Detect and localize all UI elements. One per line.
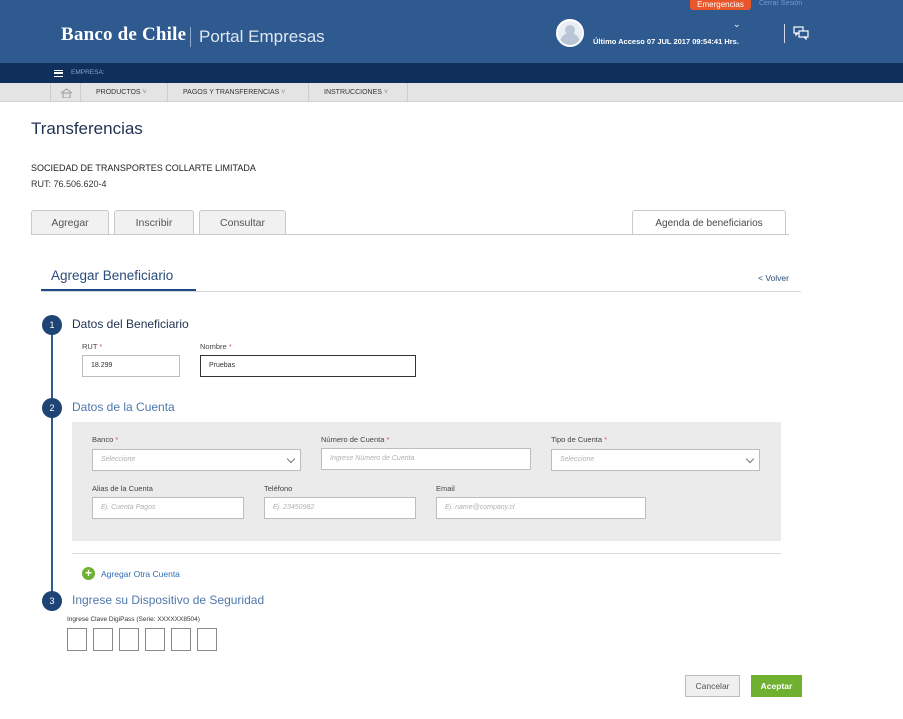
numero-cuenta-input[interactable]: Ingrese Número de Cuenta bbox=[321, 448, 531, 470]
last-access-text: Último Acceso 07 JUL 2017 09:54:41 Hrs. bbox=[593, 37, 739, 46]
step-1-badge: 1 bbox=[42, 315, 62, 335]
step-3-badge: 3 bbox=[42, 591, 62, 611]
label-text: Número de Cuenta bbox=[321, 435, 385, 444]
tab-inscribir[interactable]: Inscribir bbox=[114, 210, 194, 235]
numero-cuenta-label: Número de Cuenta * bbox=[321, 435, 389, 444]
nav-label: PAGOS Y TRANSFERENCIAS bbox=[183, 89, 280, 96]
digipass-digit-6[interactable] bbox=[197, 628, 217, 651]
banco-select[interactable]: Seleccione bbox=[92, 449, 301, 471]
back-link[interactable]: < Volver bbox=[758, 273, 789, 283]
nav-pagos-transferencias[interactable]: PAGOS Y TRANSFERENCIAS ˅ bbox=[167, 83, 308, 102]
nav-home[interactable] bbox=[50, 83, 79, 102]
add-circle-icon[interactable]: + bbox=[82, 567, 95, 580]
company-rut: RUT: 76.506.620-4 bbox=[31, 179, 107, 189]
home-icon bbox=[60, 88, 73, 98]
digipass-digit-4[interactable] bbox=[145, 628, 165, 651]
empresa-label: EMPRESA: bbox=[71, 69, 105, 76]
digipass-digit-1[interactable] bbox=[67, 628, 87, 651]
add-another-account-link[interactable]: Agregar Otra Cuenta bbox=[101, 569, 180, 579]
required-mark: * bbox=[115, 435, 119, 444]
logo-divider bbox=[190, 27, 191, 47]
rut-label: RUT * bbox=[82, 342, 102, 351]
nav-label: INSTRUCCIONES bbox=[324, 89, 382, 96]
tab-agenda-beneficiarios[interactable]: Agenda de beneficiarios bbox=[632, 210, 786, 235]
step-progress-line bbox=[51, 325, 53, 600]
tipo-cuenta-select[interactable]: Seleccione bbox=[551, 449, 760, 471]
banco-label: Banco * bbox=[92, 435, 118, 444]
chevron-down-icon[interactable]: ⌄ bbox=[733, 19, 741, 30]
accept-button[interactable]: Aceptar bbox=[751, 675, 802, 697]
banco-placeholder: Seleccione bbox=[101, 456, 136, 463]
label-text: RUT bbox=[82, 342, 98, 351]
account-divider bbox=[72, 553, 781, 554]
tab-agregar[interactable]: Agregar bbox=[31, 210, 109, 235]
step-1-title: Datos del Beneficiario bbox=[72, 317, 189, 331]
email-label: Email bbox=[436, 484, 455, 493]
header-divider bbox=[784, 24, 785, 43]
empresa-bar bbox=[0, 63, 903, 83]
tab-consultar[interactable]: Consultar bbox=[199, 210, 286, 235]
logout-link[interactable]: Cerrar Sesión bbox=[759, 0, 802, 8]
alias-label: Alias de la Cuenta bbox=[92, 484, 153, 493]
digipass-label: Ingrese Clave DigiPass (Serie: XXXXXX850… bbox=[67, 616, 200, 623]
step-2-title: Datos de la Cuenta bbox=[72, 400, 175, 414]
label-text: Banco bbox=[92, 435, 114, 444]
chevron-down-icon bbox=[745, 454, 755, 464]
user-avatar[interactable] bbox=[556, 19, 584, 47]
nombre-label: Nombre * bbox=[200, 342, 232, 351]
page-title: Transferencias bbox=[31, 119, 143, 138]
chevron-down-icon: ˅ bbox=[140, 89, 147, 96]
email-input[interactable]: Ej. name@company.cl bbox=[436, 497, 646, 519]
company-name: SOCIEDAD DE TRANSPORTES COLLARTE LIMITAD… bbox=[31, 163, 256, 173]
required-mark: * bbox=[604, 435, 608, 444]
account-form-panel bbox=[72, 422, 781, 541]
tipo-cuenta-label: Tipo de Cuenta * bbox=[551, 435, 607, 444]
nav-label: PRODUCTOS bbox=[96, 89, 141, 96]
bank-logo[interactable]: Banco de Chile bbox=[61, 24, 186, 46]
section-title: Agregar Beneficiario bbox=[51, 268, 174, 283]
cancel-button[interactable]: Cancelar bbox=[685, 675, 740, 697]
chevron-down-icon: ˅ bbox=[279, 89, 286, 96]
portal-name: Portal Empresas bbox=[199, 27, 325, 46]
label-text: Tipo de Cuenta bbox=[551, 435, 603, 444]
required-mark: * bbox=[99, 342, 103, 351]
emergency-button[interactable]: Emergencias bbox=[690, 0, 751, 10]
section-divider bbox=[41, 291, 801, 292]
nav-productos[interactable]: PRODUCTOS ˅ bbox=[80, 83, 167, 102]
nav-instrucciones[interactable]: INSTRUCCIONES ˅ bbox=[308, 83, 408, 102]
telefono-label: Teléfono bbox=[264, 484, 293, 493]
telefono-input[interactable]: Ej. 23450982 bbox=[264, 497, 416, 519]
step-3-title: Ingrese su Dispositivo de Seguridad bbox=[72, 593, 265, 607]
tipo-cuenta-placeholder: Seleccione bbox=[560, 456, 595, 463]
digipass-digit-3[interactable] bbox=[119, 628, 139, 651]
chevron-down-icon: ˅ bbox=[381, 89, 388, 96]
nombre-input[interactable]: Pruebas bbox=[200, 355, 416, 377]
required-mark: * bbox=[386, 435, 390, 444]
label-text: Nombre bbox=[200, 342, 227, 351]
digipass-digit-2[interactable] bbox=[93, 628, 113, 651]
chevron-down-icon bbox=[286, 454, 296, 464]
required-mark: * bbox=[228, 342, 232, 351]
step-2-badge: 2 bbox=[42, 398, 62, 418]
hamburger-menu-icon[interactable] bbox=[54, 70, 63, 77]
rut-input[interactable]: 18.299 bbox=[82, 355, 180, 377]
alias-input[interactable]: Ej. Cuenta Pagos bbox=[92, 497, 244, 519]
digipass-digit-5[interactable] bbox=[171, 628, 191, 651]
chat-icon[interactable] bbox=[793, 26, 809, 40]
tab-divider bbox=[31, 234, 789, 235]
